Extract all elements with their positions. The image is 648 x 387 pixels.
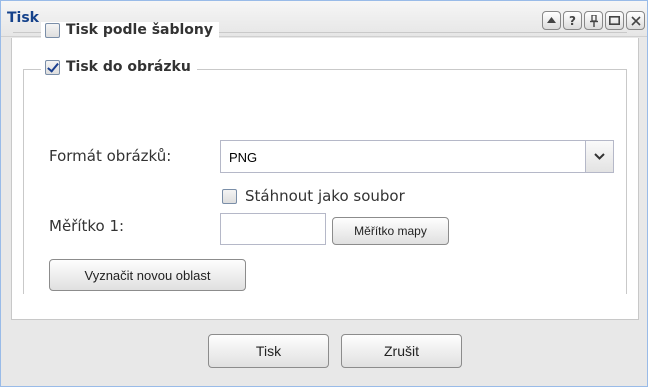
print-image-checkbox[interactable]	[45, 59, 60, 75]
new-area-button[interactable]: Vyznačit novou oblast	[49, 259, 246, 291]
cancel-button[interactable]: Zrušit	[341, 334, 462, 368]
format-select[interactable]: PNG	[220, 140, 614, 173]
download-option: Stáhnout jako soubor	[222, 187, 405, 205]
format-value: PNG	[229, 150, 258, 165]
up-icon[interactable]	[542, 11, 561, 30]
download-checkbox[interactable]	[222, 188, 237, 204]
template-fieldset-legend: Tisk podle šablony	[41, 22, 220, 38]
print-image-label[interactable]: Tisk do obrázku	[66, 59, 191, 75]
dialog-title: Tisk	[7, 10, 39, 26]
scale-label: Měřítko 1:	[49, 217, 125, 235]
close-icon[interactable]	[626, 11, 645, 30]
download-label[interactable]: Stáhnout jako soubor	[245, 187, 405, 205]
help-icon[interactable]: ?	[563, 11, 582, 30]
maximize-icon[interactable]	[605, 11, 624, 30]
print-template-label[interactable]: Tisk podle šablony	[66, 22, 213, 38]
format-label: Formát obrázků:	[49, 147, 172, 165]
pin-icon[interactable]	[584, 11, 603, 30]
print-dialog: Tisk ? Tisk podle šablony Tisk do obrázk…	[0, 0, 648, 387]
print-template-checkbox[interactable]	[45, 22, 60, 38]
scale-input[interactable]	[220, 213, 326, 245]
chevron-down-icon[interactable]	[585, 141, 613, 172]
map-scale-button[interactable]: Měřítko mapy	[332, 217, 449, 245]
window-tools: ?	[542, 11, 645, 30]
image-fieldset-legend: Tisk do obrázku	[41, 59, 197, 75]
print-button[interactable]: Tisk	[208, 334, 329, 368]
